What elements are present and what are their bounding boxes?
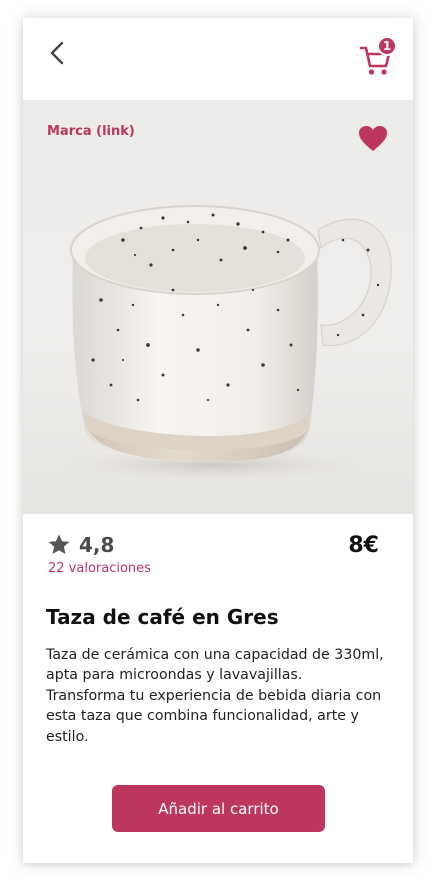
star-icon <box>48 534 70 554</box>
product-card: 1 Marca (link) 4,8 22 valoraciones 8€ Ta… <box>23 18 413 863</box>
rating-value: 4,8 <box>79 533 115 557</box>
reviews-count[interactable]: 22 valoraciones <box>48 561 151 576</box>
top-bar: 1 <box>23 18 413 98</box>
product-price: 8€ <box>348 533 379 558</box>
mug-image <box>43 205 392 483</box>
brand-link[interactable]: Marca (link) <box>47 124 135 139</box>
add-to-cart-button[interactable]: Añadir al carrito <box>112 785 325 832</box>
back-button[interactable] <box>43 38 73 68</box>
product-title: Taza de café en Gres <box>46 605 279 629</box>
favorite-button[interactable] <box>358 125 388 153</box>
cart-button[interactable]: 1 <box>357 36 401 78</box>
heart-icon <box>359 126 387 151</box>
product-description: Taza de cerámica con una capacidad de 33… <box>46 647 384 745</box>
product-image: Marca (link) <box>23 100 413 514</box>
chevron-left-icon <box>50 41 64 65</box>
rating: 4,8 <box>47 530 114 560</box>
cart-count-badge: 1 <box>377 36 397 56</box>
